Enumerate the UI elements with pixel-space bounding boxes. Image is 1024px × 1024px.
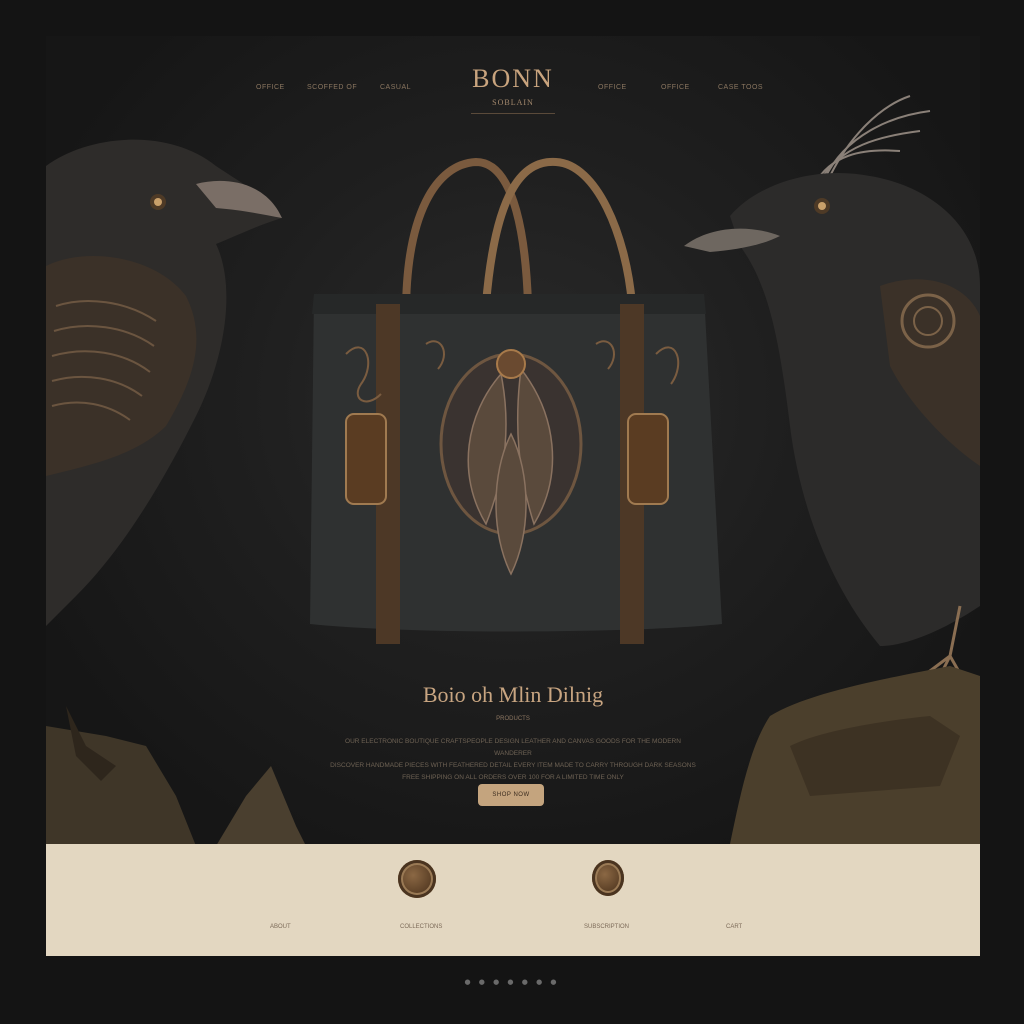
left-crow-illustration [46,139,282,626]
hero-headline: Boio oh Mlin Dilnig [422,682,604,707]
nav-link-office-3[interactable]: OFFICE [661,84,690,91]
right-rock-illustration [730,666,980,844]
footer-link-cart[interactable]: CART [726,924,742,930]
shop-now-button[interactable]: SHOP NOW [478,784,544,806]
brand-logo[interactable]: BONN [46,64,980,94]
footer-link-about[interactable]: ABOUT [270,924,291,930]
coin-emblem-icon [398,860,436,898]
footer-band: ABOUT COLLECTIONS SUBSCRIPTION CART [46,844,980,956]
footer-link-collections[interactable]: COLLECTIONS [400,924,442,930]
brand-tagline: SOBLAIN [492,98,534,107]
footer-link-subscription[interactable]: SUBSCRIPTION [584,924,629,930]
nav-link-case-toos[interactable]: CASE TOOS [718,84,763,91]
hero-kicker: PRODUCTS [496,716,530,722]
nav-link-office[interactable]: OFFICE [256,84,285,91]
nav-link-office-2[interactable]: OFFICE [598,84,627,91]
pagination-dots[interactable]: ● ● ● ● ● ● ● [0,978,1024,986]
brand-header: BONN SOBLAIN [46,64,980,114]
left-rock-illustration [46,706,305,844]
hero-body-line: DISCOVER HANDMADE PIECES WITH FEATHERED … [330,762,696,769]
tote-bag-product-image [310,157,722,644]
hero-body: OUR ELECTRONIC BOUTIQUE CRAFTSPEOPLE DES… [326,736,700,784]
hero-section: BONN SOBLAIN OFFICE SCOFFED OF CASUAL OF… [46,36,980,844]
seal-emblem-icon [592,860,624,896]
hero-body-line: OUR ELECTRONIC BOUTIQUE CRAFTSPEOPLE DES… [345,738,681,757]
hero-body-line: FREE SHIPPING ON ALL ORDERS OVER 100 FOR… [402,774,624,781]
nav-link-casual[interactable]: CASUAL [380,84,411,91]
nav-link-scoffed[interactable]: SCOFFED OF [307,84,357,91]
brand-divider [471,113,555,114]
